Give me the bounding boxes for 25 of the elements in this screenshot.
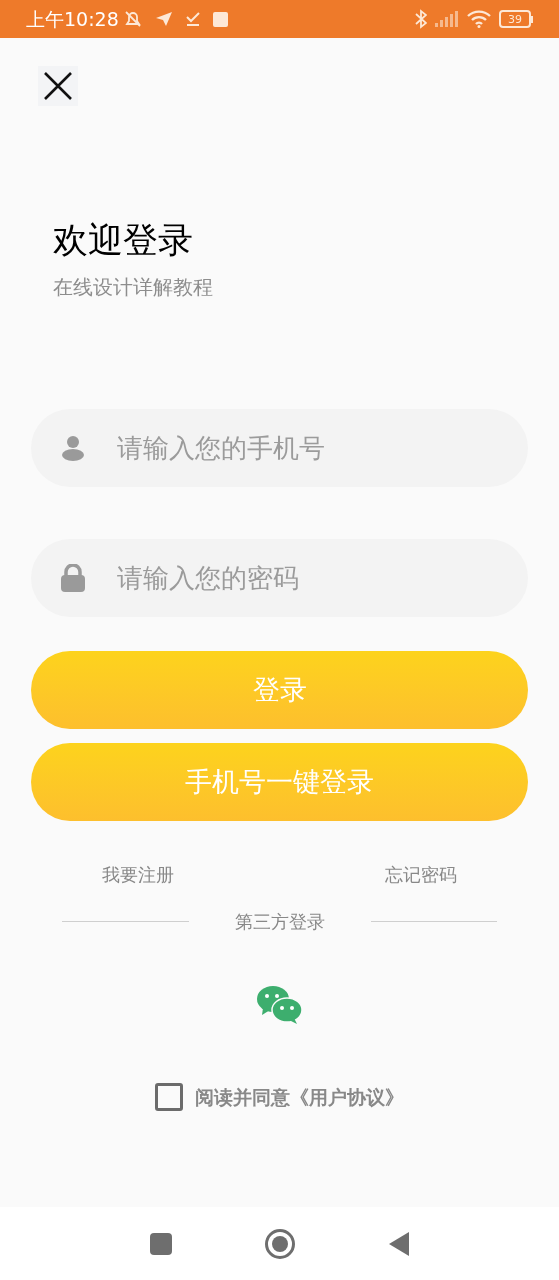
page-subtitle: 在线设计详解教程	[53, 274, 213, 301]
battery-indicator: 39	[499, 10, 533, 28]
wifi-icon	[467, 10, 491, 28]
third-party-label: 第三方登录	[234, 910, 325, 934]
chat-bubbles-icon[interactable]	[255, 985, 304, 1025]
back-icon[interactable]	[387, 1230, 410, 1257]
recents-icon[interactable]	[149, 1232, 172, 1255]
person-icon	[61, 435, 85, 461]
close-button[interactable]	[38, 66, 78, 106]
home-icon[interactable]	[263, 1227, 296, 1260]
status-time: 上午10:28	[26, 6, 119, 32]
signal-icon	[435, 11, 459, 27]
register-link[interactable]: 我要注册	[102, 861, 174, 888]
agreement-text: 阅读并同意《用户协议》	[195, 1085, 404, 1110]
page-title: 欢迎登录	[53, 219, 193, 262]
forgot-password-link[interactable]: 忘记密码	[385, 861, 457, 888]
agreement-checkbox[interactable]	[155, 1083, 183, 1112]
muted-bell-icon	[122, 10, 143, 28]
bluetooth-icon	[415, 9, 427, 29]
input-field[interactable]: 请输入您的密码	[31, 539, 528, 617]
send-icon	[154, 11, 173, 27]
square-icon	[212, 11, 228, 27]
lock-icon	[61, 564, 85, 592]
download-done-icon	[184, 11, 201, 27]
input-field[interactable]: 请输入您的手机号	[31, 409, 528, 487]
